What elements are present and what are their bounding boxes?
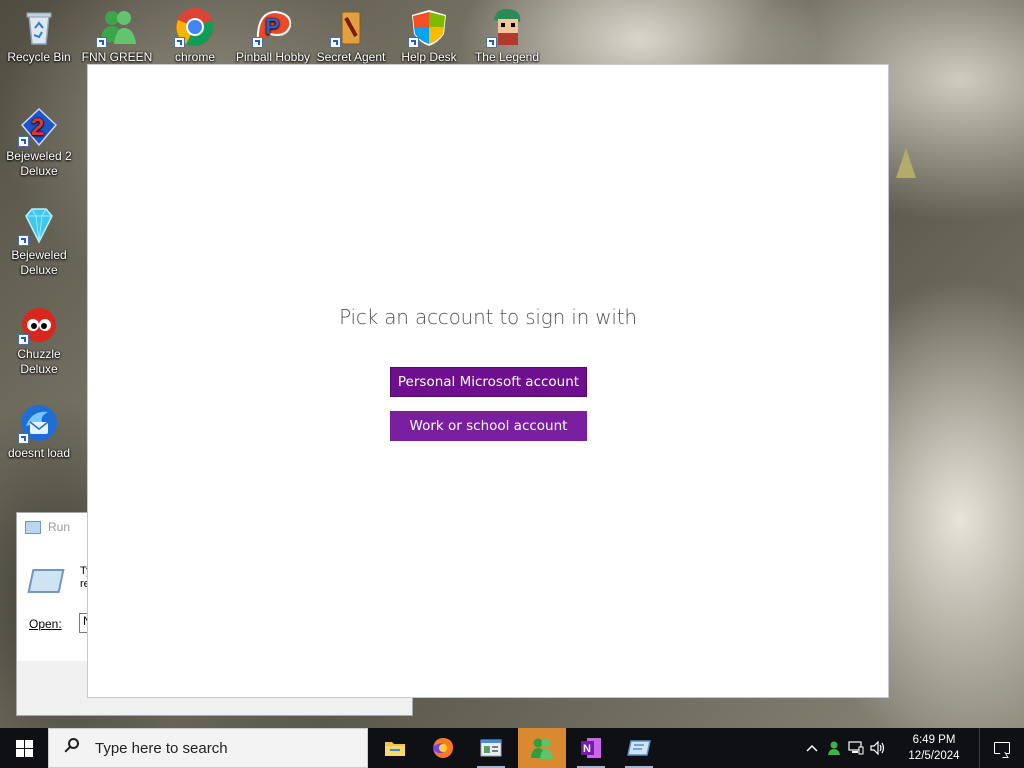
clock-time: 6:49 PM (912, 734, 956, 746)
taskbar-app-file-explorer[interactable] (371, 728, 419, 768)
desktop-icon-doesnt-load[interactable]: doesnt load (1, 398, 77, 461)
taskbar-clock[interactable]: 6:49 PM 12/5/2024 (893, 732, 975, 764)
shortcut-arrow-icon (174, 37, 185, 48)
desktop-icon-label: Recycle Bin (7, 50, 71, 64)
taskbar-app-firefox[interactable] (419, 728, 467, 768)
desktop-icon-secret-agent[interactable]: Secret Agent (313, 2, 389, 65)
desktop-icon-label: FNN GREEN (81, 50, 153, 64)
personal-account-button[interactable]: Personal Microsoft account (390, 367, 587, 397)
desktop-icon-chrome[interactable]: chrome (157, 2, 233, 65)
messenger-icon (96, 6, 138, 48)
shortcut-arrow-icon (408, 37, 419, 48)
desktop-icon-help-desk[interactable]: Help Desk (391, 2, 467, 65)
pinball-icon: P (252, 6, 294, 48)
start-button[interactable] (0, 728, 48, 768)
desktop-icon-pinball[interactable]: P Pinball Hobby (235, 2, 311, 65)
windows-logo-icon (15, 739, 33, 757)
desktop-icon-chuzzle[interactable]: Chuzzle Deluxe (1, 299, 77, 377)
bejeweled-2-icon: 2 (18, 105, 60, 147)
firefox-icon (433, 738, 453, 758)
windows-shield-icon (408, 6, 450, 48)
desktop-icon-label: Bejeweled Deluxe (11, 248, 67, 277)
taskbar-search[interactable] (48, 728, 368, 768)
run-icon (27, 569, 65, 593)
shortcut-arrow-icon (18, 235, 29, 246)
desktop-icon-label: Help Desk (401, 50, 457, 64)
network-icon[interactable] (845, 728, 867, 768)
shortcut-arrow-icon (18, 136, 29, 147)
messenger-tray-icon[interactable] (823, 728, 845, 768)
desktop-icon-recycle-bin[interactable]: Recycle Bin (1, 2, 77, 65)
desktop-icon-label: Chuzzle Deluxe (17, 347, 61, 376)
desktop-icon-label: The Legend (474, 50, 540, 64)
svg-text:2: 2 (31, 114, 44, 141)
desktop-icon-bejeweled[interactable]: Bejeweled Deluxe (1, 200, 77, 278)
shortcut-arrow-icon (330, 37, 341, 48)
desktop-icon-label: chrome (174, 50, 215, 64)
sign-in-window: Pick an account to sign in with Personal… (88, 65, 888, 697)
volume-icon[interactable] (867, 728, 889, 768)
clock-date: 12/5/2024 (908, 750, 960, 762)
shortcut-arrow-icon (486, 37, 497, 48)
run-icon (627, 740, 651, 756)
search-icon (61, 736, 85, 760)
chuzzle-icon (18, 303, 60, 345)
wallpaper-figure (896, 148, 916, 178)
taskbar-app-onenote[interactable]: N (567, 728, 615, 768)
character-icon (486, 6, 528, 48)
window-icon (480, 739, 502, 757)
chevron-up-icon[interactable] (801, 728, 823, 768)
sign-in-prompt: Pick an account to sign in with (339, 305, 637, 329)
run-icon (25, 520, 41, 534)
taskbar-app-messenger[interactable] (518, 728, 566, 768)
messenger-icon (531, 738, 553, 759)
shortcut-arrow-icon (96, 37, 107, 48)
svg-text:N: N (583, 743, 591, 755)
onenote-icon: N (581, 738, 601, 758)
desktop-icon-label: Bejeweled 2 Deluxe (6, 149, 72, 178)
desktop-icon-bejeweled-2[interactable]: 2 Bejeweled 2 Deluxe (1, 101, 77, 179)
run-dialog-title: Run (48, 520, 71, 534)
desktop-icon-label: Pinball Hobby (235, 50, 311, 64)
notification-center-button[interactable] (980, 728, 1024, 768)
system-tray: 6:49 PM 12/5/2024 (801, 728, 1024, 768)
recycle-bin-icon (18, 6, 60, 48)
desktop-icon-label: Secret Agent (316, 50, 386, 64)
work-school-account-button[interactable]: Work or school account (390, 411, 587, 441)
taskbar: N (0, 728, 1024, 768)
shortcut-arrow-icon (18, 433, 29, 444)
taskbar-app-control-panel[interactable] (467, 728, 515, 768)
chrome-icon (174, 6, 216, 48)
run-open-label: Open: (29, 617, 62, 631)
folder-icon (385, 742, 405, 756)
desktop-icon-label: doesnt load (7, 446, 71, 460)
thunderbird-icon (18, 402, 60, 444)
shortcut-arrow-icon (18, 334, 29, 345)
search-input[interactable] (93, 738, 357, 758)
game-icon (330, 6, 372, 48)
taskbar-app-run[interactable] (615, 728, 663, 768)
svg-text:P: P (265, 14, 280, 39)
notification-icon (994, 742, 1010, 754)
desktop-icon-the-legend[interactable]: The Legend (469, 2, 545, 65)
shortcut-arrow-icon (252, 37, 263, 48)
diamond-icon (18, 204, 60, 246)
desktop-icon-fnn-green[interactable]: FNN GREEN (79, 2, 155, 65)
